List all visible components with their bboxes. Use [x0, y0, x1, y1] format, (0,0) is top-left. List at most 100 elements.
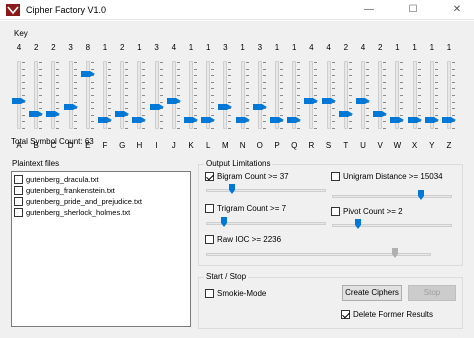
slider-track[interactable] [361, 61, 365, 129]
letter-count: 4 [171, 43, 177, 52]
slider-thumb[interactable] [235, 117, 250, 124]
letter-slider-u: 4U [354, 43, 372, 153]
slider-tick [211, 62, 215, 63]
slider-thumb[interactable] [80, 71, 95, 78]
slider-tick [125, 101, 129, 103]
slider-tick [125, 128, 129, 129]
trigram-checkbox[interactable] [205, 204, 214, 213]
slider-tick [417, 108, 421, 110]
slider-tick [159, 68, 163, 70]
slider-track[interactable] [343, 61, 348, 129]
file-checkbox[interactable] [14, 186, 23, 195]
list-item[interactable]: gutenberg_frankenstein.txt [14, 185, 115, 196]
slider-thumb[interactable] [287, 117, 302, 124]
unigram-slider-thumb[interactable] [417, 190, 424, 200]
slider-thumb[interactable] [390, 117, 405, 124]
create-ciphers-button[interactable]: Create Ciphers [342, 285, 402, 301]
slider-tick [280, 95, 283, 96]
stop-button[interactable]: Stop [408, 285, 456, 301]
slider-track[interactable] [309, 61, 314, 129]
slider-thumb[interactable] [46, 110, 61, 117]
pivot-slider-track[interactable] [332, 224, 452, 227]
slider-thumb[interactable] [12, 97, 26, 104]
list-item[interactable]: gutenberg_sherlock_holmes.txt [14, 207, 130, 218]
file-checkbox[interactable] [14, 208, 23, 217]
slider-thumb[interactable] [149, 104, 164, 111]
slider-tick [366, 68, 369, 70]
slider-thumb[interactable] [184, 117, 198, 124]
slider-thumb[interactable] [442, 117, 456, 124]
delete-former-checkbox[interactable] [341, 310, 350, 319]
slider-tick [39, 121, 43, 123]
slider-tick [56, 62, 60, 63]
slider-tick [159, 101, 163, 103]
slider-track[interactable] [171, 61, 176, 129]
bigram-slider-thumb[interactable] [228, 184, 235, 194]
slider-tick [383, 88, 387, 90]
slider-thumb[interactable] [304, 97, 319, 104]
list-item[interactable]: gutenberg_dracula.txt [14, 174, 99, 185]
slider-track[interactable] [51, 61, 56, 129]
bigram-option[interactable]: Bigram Count >= 37 [205, 172, 289, 181]
close-button[interactable]: ✕ [442, 0, 472, 20]
file-checkbox[interactable] [14, 197, 23, 206]
slider-track[interactable] [68, 61, 73, 129]
pivot-slider-thumb[interactable] [354, 219, 361, 229]
slider-tick [176, 68, 180, 70]
raw-ioc-option[interactable]: Raw IOC >= 2236 [205, 235, 281, 244]
slider-track[interactable] [326, 61, 331, 129]
slider-thumb[interactable] [29, 110, 44, 117]
slider-track[interactable] [223, 61, 228, 129]
smokie-mode-option[interactable]: Smokie-Mode [205, 289, 266, 298]
slider-tick [331, 81, 335, 83]
slider-thumb[interactable] [166, 97, 181, 104]
pivot-option[interactable]: Pivot Count >= 2 [331, 207, 403, 216]
slider-thumb[interactable] [252, 104, 267, 111]
slider-track[interactable] [17, 61, 21, 129]
slider-thumb[interactable] [270, 117, 284, 124]
slider-tick [366, 75, 369, 77]
slider-track[interactable] [154, 61, 159, 129]
trigram-slider-thumb[interactable] [220, 217, 227, 227]
pivot-checkbox[interactable] [331, 207, 340, 216]
delete-former-option[interactable]: Delete Former Results [341, 310, 433, 319]
minimize-button[interactable]: — [354, 0, 384, 20]
slider-tick [417, 128, 421, 129]
slider-thumb[interactable] [373, 110, 388, 117]
smokie-mode-checkbox[interactable] [205, 289, 214, 298]
raw-ioc-slider-thumb[interactable] [392, 248, 399, 258]
slider-tick [39, 101, 43, 103]
slider-thumb[interactable] [201, 117, 216, 124]
slider-thumb[interactable] [407, 117, 422, 124]
slider-thumb[interactable] [115, 110, 130, 117]
slider-thumb[interactable] [356, 97, 370, 104]
letter-count: 3 [223, 43, 228, 52]
slider-thumb[interactable] [338, 110, 353, 117]
letter-slider-w: 1W [388, 43, 406, 153]
bigram-checkbox[interactable] [205, 172, 214, 181]
slider-thumb[interactable] [132, 117, 147, 124]
file-checkbox[interactable] [14, 175, 23, 184]
slider-track[interactable] [120, 61, 125, 129]
bigram-slider-track[interactable] [206, 189, 326, 192]
slider-thumb[interactable] [321, 97, 336, 104]
slider-thumb[interactable] [63, 104, 78, 111]
unigram-checkbox[interactable] [331, 172, 340, 181]
slider-tick [417, 75, 421, 77]
slider-track[interactable] [378, 61, 383, 129]
trigram-option[interactable]: Trigram Count >= 7 [205, 204, 286, 213]
slider-tick [22, 88, 25, 90]
maximize-button[interactable]: ☐ [398, 0, 428, 20]
slider-thumb[interactable] [218, 104, 233, 111]
slider-track[interactable] [257, 61, 262, 129]
unigram-option[interactable]: Unigram Distance >= 15034 [331, 172, 443, 181]
plaintext-file-list[interactable]: gutenberg_dracula.txt gutenberg_frankens… [11, 171, 191, 327]
unigram-slider-track[interactable] [332, 195, 452, 198]
slider-tick [211, 88, 215, 90]
slider-thumb[interactable] [424, 117, 439, 124]
raw-ioc-checkbox[interactable] [205, 235, 214, 244]
slider-thumb[interactable] [98, 117, 112, 124]
slider-track[interactable] [34, 61, 39, 129]
unigram-label: Unigram Distance >= 15034 [343, 172, 443, 181]
list-item[interactable]: gutenberg_pride_and_prejudice.txt [14, 196, 142, 207]
